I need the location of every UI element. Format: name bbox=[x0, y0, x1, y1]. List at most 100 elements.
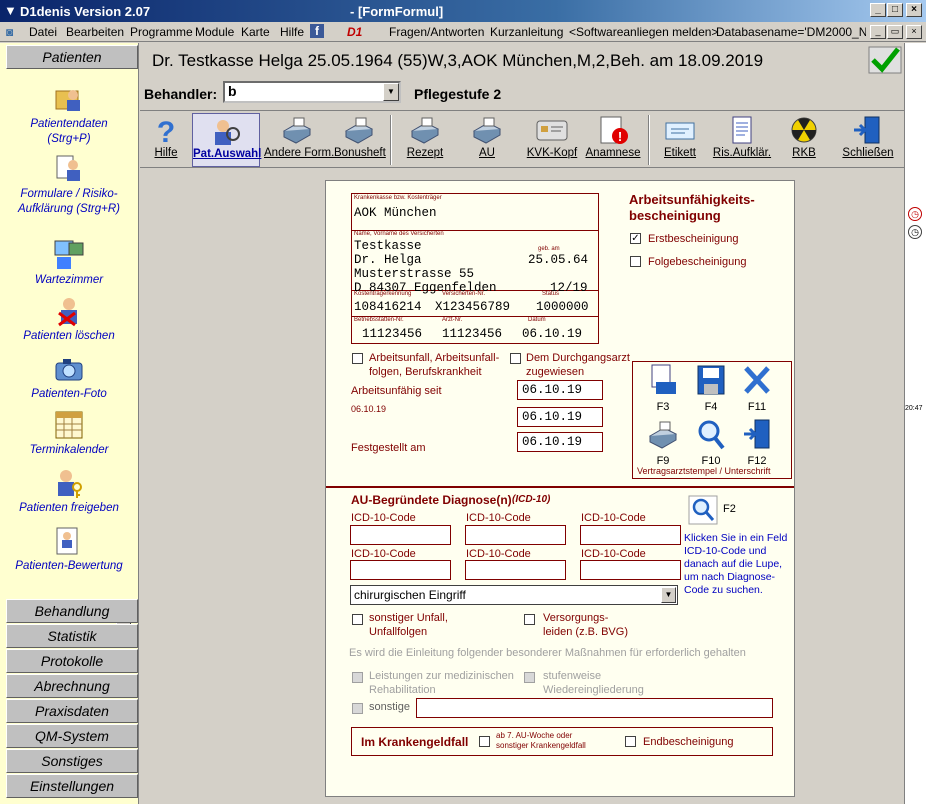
sidebar-item-wartezimmer[interactable]: Wartezimmer bbox=[8, 239, 130, 288]
ris-aufklaer-button[interactable]: Ris.Aufklär. bbox=[712, 113, 772, 167]
menu-softwareanliegen[interactable]: <Softwareanliegen melden> bbox=[569, 25, 718, 39]
sonstige-checkbox[interactable] bbox=[352, 703, 363, 714]
window-title: D1denis Version 2.07 bbox=[20, 4, 151, 19]
vorauss-input[interactable]: 06.10.19 bbox=[517, 407, 603, 427]
group-protokolle[interactable]: Protokolle bbox=[6, 649, 138, 673]
sidebar-item-formulare[interactable]: Formulare / Risiko-Aufklärung (Strg+R) bbox=[8, 153, 130, 217]
card-icon bbox=[536, 120, 568, 141]
stufen-checkbox[interactable] bbox=[524, 672, 535, 683]
f4-button[interactable]: F4 bbox=[691, 364, 731, 413]
durchgang-checkbox[interactable] bbox=[510, 353, 521, 364]
leistungen-checkbox[interactable] bbox=[352, 672, 363, 683]
maximize-icon[interactable]: □ bbox=[887, 3, 903, 17]
bonusheft-button[interactable]: Bonusheft bbox=[334, 113, 386, 167]
sidebar-item-foto[interactable]: Patienten-Foto bbox=[8, 353, 130, 402]
menu-bearbeiten[interactable]: Bearbeiten bbox=[66, 25, 124, 39]
sidebar-item-patientendaten[interactable]: Patientendaten (Strg+P) bbox=[8, 83, 130, 147]
behandler-select[interactable]: b ▼ bbox=[223, 81, 401, 103]
rezept-button[interactable]: Rezept bbox=[404, 113, 446, 167]
kg-ab7-checkbox[interactable] bbox=[479, 736, 490, 747]
sonstige-input[interactable] bbox=[416, 698, 773, 718]
erst-label: Erstbescheinigung bbox=[648, 233, 739, 245]
group-abrechnung[interactable]: Abrechnung bbox=[6, 674, 138, 698]
anamnese-button[interactable]: ! Anamnese bbox=[584, 113, 642, 167]
group-sonstiges[interactable]: Sonstiges bbox=[6, 749, 138, 773]
pat-auswahl-button[interactable]: Pat.Auswahl bbox=[192, 113, 261, 167]
sidebar-item-bewertung[interactable]: Patienten-Bewertung bbox=[8, 525, 130, 574]
icd-input-1[interactable] bbox=[350, 525, 451, 545]
arbeitsunfall-checkbox[interactable] bbox=[352, 353, 363, 364]
group-statistik[interactable]: Statistik bbox=[6, 624, 138, 648]
sonst-unfall-checkbox[interactable] bbox=[352, 614, 363, 625]
kvk-kopf-button[interactable]: KVK-Kopf bbox=[524, 113, 580, 167]
icd-input-6[interactable] bbox=[580, 560, 681, 580]
icd-input-2[interactable] bbox=[465, 525, 566, 545]
f11-button[interactable]: F11 bbox=[737, 364, 777, 413]
menu-karte[interactable]: Karte bbox=[241, 25, 270, 39]
window-subtitle: - [FormFormul] bbox=[350, 4, 444, 19]
fest-input[interactable]: 06.10.19 bbox=[517, 432, 603, 452]
kg-title: Im Krankengeldfall bbox=[361, 735, 469, 749]
sidebar-item-freigeben[interactable]: Patienten freigeben bbox=[8, 467, 130, 516]
exit-door-icon bbox=[854, 116, 880, 144]
au-seit-input[interactable]: 06.10.19 bbox=[517, 380, 603, 400]
au-button[interactable]: AU bbox=[466, 113, 508, 167]
f3-button[interactable]: F3 bbox=[643, 364, 683, 413]
menu-hilfe[interactable]: Hilfe bbox=[280, 25, 304, 39]
andere-form-button[interactable]: Andere Form. bbox=[264, 113, 334, 167]
f2-label: F2 bbox=[723, 503, 736, 515]
behandler-label: Behandler: bbox=[144, 86, 218, 102]
sidebar-header[interactable]: Patienten bbox=[6, 45, 138, 69]
erst-checkbox[interactable]: ✓ bbox=[630, 233, 641, 244]
d1-logo[interactable]: D1 bbox=[347, 25, 362, 39]
schliessen-button[interactable]: Schließen bbox=[840, 113, 896, 167]
group-praxisdaten[interactable]: Praxisdaten bbox=[6, 699, 138, 723]
icd-help-text: Klicken Sie in ein Feld ICD-10-Code und … bbox=[684, 532, 788, 596]
magnifier-icon[interactable] bbox=[688, 495, 718, 525]
minimize-icon[interactable]: _ bbox=[870, 3, 886, 17]
mdi-minimize-icon[interactable]: _ bbox=[870, 25, 886, 39]
stamp-panel: F3 F4 F11 F9 F10 F12 Vertragsarztstempel… bbox=[632, 361, 792, 479]
icd-input-4[interactable] bbox=[350, 560, 451, 580]
menu-kurzanleitung[interactable]: Kurzanleitung bbox=[490, 25, 563, 39]
f12-button[interactable]: F12 bbox=[737, 418, 777, 467]
group-qm-system[interactable]: QM-System bbox=[6, 724, 138, 748]
sonst-unfall-label: sonstiger Unfall, Unfallfolgen bbox=[369, 612, 448, 638]
menu-module[interactable]: Module bbox=[195, 25, 234, 39]
chevron-down-icon[interactable]: ▼ bbox=[661, 587, 676, 603]
hilfe-button[interactable]: ? Hilfe bbox=[146, 113, 186, 167]
icd-label-6: ICD-10-Code bbox=[581, 548, 646, 560]
status-label: Status bbox=[542, 291, 560, 297]
patient-block: Krankenkasse bzw. Kostenträger AOK Münch… bbox=[351, 193, 599, 344]
leistungen-label: Leistungen zur medizinischen Rehabilitat… bbox=[369, 670, 514, 696]
alarm-clock-icon[interactable]: ◷ bbox=[908, 207, 922, 221]
magnifier-icon bbox=[698, 420, 725, 450]
exit-door-icon bbox=[744, 419, 770, 449]
close-icon[interactable]: × bbox=[906, 3, 922, 17]
chevron-down-icon[interactable]: ▼ bbox=[383, 83, 399, 101]
folge-checkbox[interactable] bbox=[630, 256, 641, 267]
bsnr-label: Betriebsstätten-Nr. bbox=[354, 317, 404, 323]
icd-input-5[interactable] bbox=[465, 560, 566, 580]
diagnose-combo[interactable]: chirurgischen Eingriff ▼ bbox=[350, 585, 678, 605]
etikett-button[interactable]: Etikett bbox=[660, 113, 700, 167]
rkb-button[interactable]: RKB bbox=[784, 113, 824, 167]
mdi-close-icon[interactable]: × bbox=[906, 25, 922, 39]
clock-icon[interactable]: ◷ bbox=[908, 225, 922, 239]
sidebar-item-loeschen[interactable]: Patienten löschen bbox=[8, 295, 130, 344]
facebook-icon[interactable]: f bbox=[310, 24, 324, 38]
menu-datei[interactable]: Datei bbox=[29, 25, 57, 39]
sidebar-item-terminkalender[interactable]: Terminkalender bbox=[8, 409, 130, 458]
versorgung-checkbox[interactable] bbox=[524, 614, 535, 625]
mdi-restore-icon[interactable]: ▭ bbox=[887, 25, 903, 39]
group-einstellungen[interactable]: Einstellungen bbox=[6, 774, 138, 798]
icd-input-3[interactable] bbox=[580, 525, 681, 545]
confirm-check-icon[interactable] bbox=[868, 46, 902, 74]
arbeitsunfall-label: Arbeitsunfall, Arbeitsunfall- folgen, Be… bbox=[369, 352, 500, 378]
f10-button[interactable]: F10 bbox=[691, 418, 731, 467]
menu-fragen[interactable]: Fragen/Antworten bbox=[389, 25, 484, 39]
group-behandlung[interactable]: Behandlung bbox=[6, 599, 138, 623]
end-checkbox[interactable] bbox=[625, 736, 636, 747]
f9-button[interactable]: F9 bbox=[643, 418, 683, 467]
menu-programme[interactable]: Programme bbox=[130, 25, 193, 39]
